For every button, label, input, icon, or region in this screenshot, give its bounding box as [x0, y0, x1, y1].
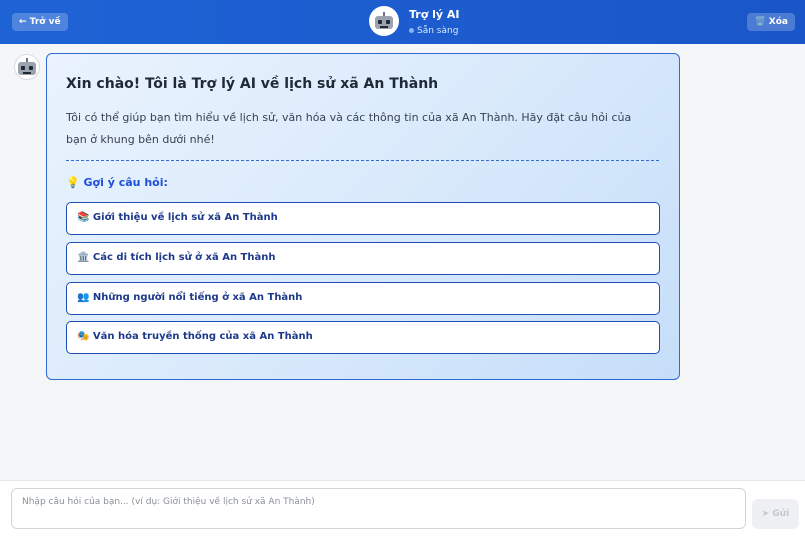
welcome-message: Xin chào! Tôi là Trợ lý AI về lịch sử xã…	[46, 53, 680, 380]
assistant-avatar	[369, 6, 399, 36]
bot-message-avatar	[14, 54, 40, 80]
welcome-title: Xin chào! Tôi là Trợ lý AI về lịch sử xã…	[66, 76, 439, 92]
robot-icon	[16, 58, 38, 76]
status-text: Sẵn sàng	[417, 26, 459, 36]
composer: ➤ Gửi	[0, 480, 805, 537]
assistant-title: Trợ lý AI	[409, 8, 460, 21]
send-button[interactable]: ➤ Gửi	[752, 499, 799, 529]
message-input[interactable]	[11, 488, 746, 529]
welcome-text: Tôi có thể giúp bạn tìm hiểu về lịch sử,…	[66, 111, 632, 146]
status-indicator: Sẵn sàng	[409, 26, 458, 36]
suggestion-relics[interactable]: 🏛️ Các di tích lịch sử ở xã An Thành	[66, 242, 660, 275]
suggestions-heading: 💡 Gợi ý câu hỏi:	[66, 176, 168, 189]
clear-button[interactable]: 🗑️ Xóa	[747, 13, 795, 31]
status-dot-icon	[409, 28, 414, 33]
robot-icon	[373, 12, 395, 30]
back-button[interactable]: ← Trở về	[12, 13, 68, 31]
suggestion-culture[interactable]: 🎭 Văn hóa truyền thống của xã An Thành	[66, 321, 660, 354]
divider	[66, 160, 659, 161]
suggestion-famous-people[interactable]: 👥 Những người nổi tiếng ở xã An Thành	[66, 282, 660, 315]
suggestion-history[interactable]: 📚 Giới thiệu về lịch sử xã An Thành	[66, 202, 660, 235]
app-header: ← Trở về Trợ lý AI Sẵn sàng 🗑️ Xóa	[0, 0, 805, 44]
